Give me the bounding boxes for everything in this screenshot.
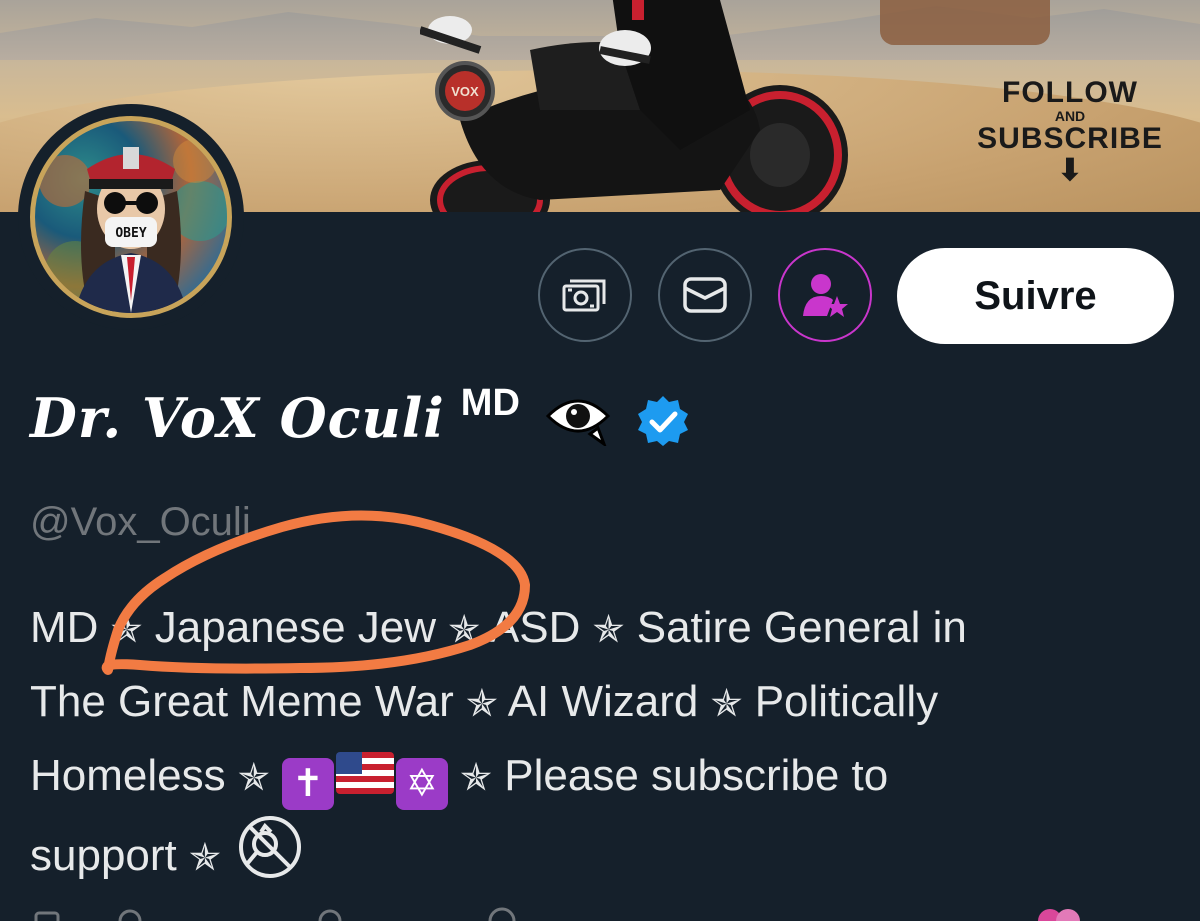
follow-subscribe-banner-text: FOLLOW AND SUBSCRIBE ⬇	[975, 78, 1165, 186]
message-button[interactable]	[658, 248, 752, 342]
and-word: AND	[1054, 108, 1086, 124]
down-arrow-icon: ⬇	[1057, 154, 1083, 187]
no-censorship-icon	[237, 814, 303, 901]
star-icon: ✯	[189, 837, 221, 879]
bio-line-1: MD ✯ Japanese Jew ✯ ASD ✯ Satire General…	[30, 592, 1160, 666]
profile-meta-row	[30, 905, 1170, 921]
star-icon: ✯	[460, 757, 493, 799]
star-icon: ✯	[466, 683, 498, 725]
bio-japanese-jew: Japanese Jew	[154, 603, 437, 652]
verified-badge-icon[interactable]	[636, 394, 690, 453]
bio-homeless: Homeless	[30, 751, 226, 800]
star-icon: ✯	[237, 757, 270, 799]
money-icon	[562, 279, 606, 312]
subscribe-button[interactable]	[778, 248, 872, 342]
bike-badge-text: VOX	[451, 84, 479, 99]
star-icon: ✯	[710, 683, 743, 725]
follow-word: FOLLOW	[1002, 76, 1138, 109]
avatar-container[interactable]: OBEY	[18, 104, 244, 330]
bio-subscribe-to: Please subscribe to	[504, 751, 889, 800]
display-name: Dr. VoX Oculi	[30, 386, 445, 450]
latin-cross-emoji-icon: ✝	[281, 758, 334, 810]
bio-satire-general: Satire General in	[636, 603, 967, 652]
bio-line-2: The Great Meme War ✯ AI Wizard ✯ Politic…	[30, 666, 1160, 740]
subscribe-word: SUBSCRIBE	[977, 122, 1163, 155]
star-icon: ✯	[110, 609, 143, 651]
display-name-row: Dr. VoX Oculi MD	[30, 382, 690, 462]
eye-speech-emoji-icon	[542, 390, 614, 451]
bio-politically: Politically	[754, 677, 939, 726]
tip-button[interactable]	[538, 248, 632, 342]
bio-ai-wizard: AI Wizard	[507, 677, 699, 726]
person-star-icon	[803, 274, 848, 317]
bio-asd: ASD	[489, 603, 581, 652]
bio-line-3: Homeless ✯ ✝ ✡ ✯ Please subscribe to	[30, 740, 1160, 814]
bio-support: support	[30, 831, 177, 880]
us-flag-emoji-icon	[335, 752, 394, 794]
bio-md: MD	[30, 603, 99, 652]
avatar-portrait: OBEY	[39, 139, 227, 313]
star-icon: ✯	[448, 609, 481, 651]
display-name-suffix: MD	[460, 382, 520, 424]
star-icon: ✯	[592, 609, 625, 651]
profile-handle: @Vox_Oculi	[30, 500, 251, 544]
follow-button[interactable]: Suivre	[897, 248, 1174, 344]
banner-rock	[880, 0, 1050, 45]
avatar-mask-text: OBEY	[115, 226, 146, 241]
bio-line-4: support ✯	[30, 814, 1160, 901]
mail-icon	[683, 277, 727, 313]
profile-bio: MD ✯ Japanese Jew ✯ ASD ✯ Satire General…	[30, 592, 1160, 901]
star-of-david-emoji-icon: ✡	[395, 758, 448, 810]
bio-meme-war: The Great Meme War	[30, 677, 454, 726]
banner-motorcycle: VOX	[420, 0, 848, 212]
avatar[interactable]: OBEY	[30, 116, 232, 318]
